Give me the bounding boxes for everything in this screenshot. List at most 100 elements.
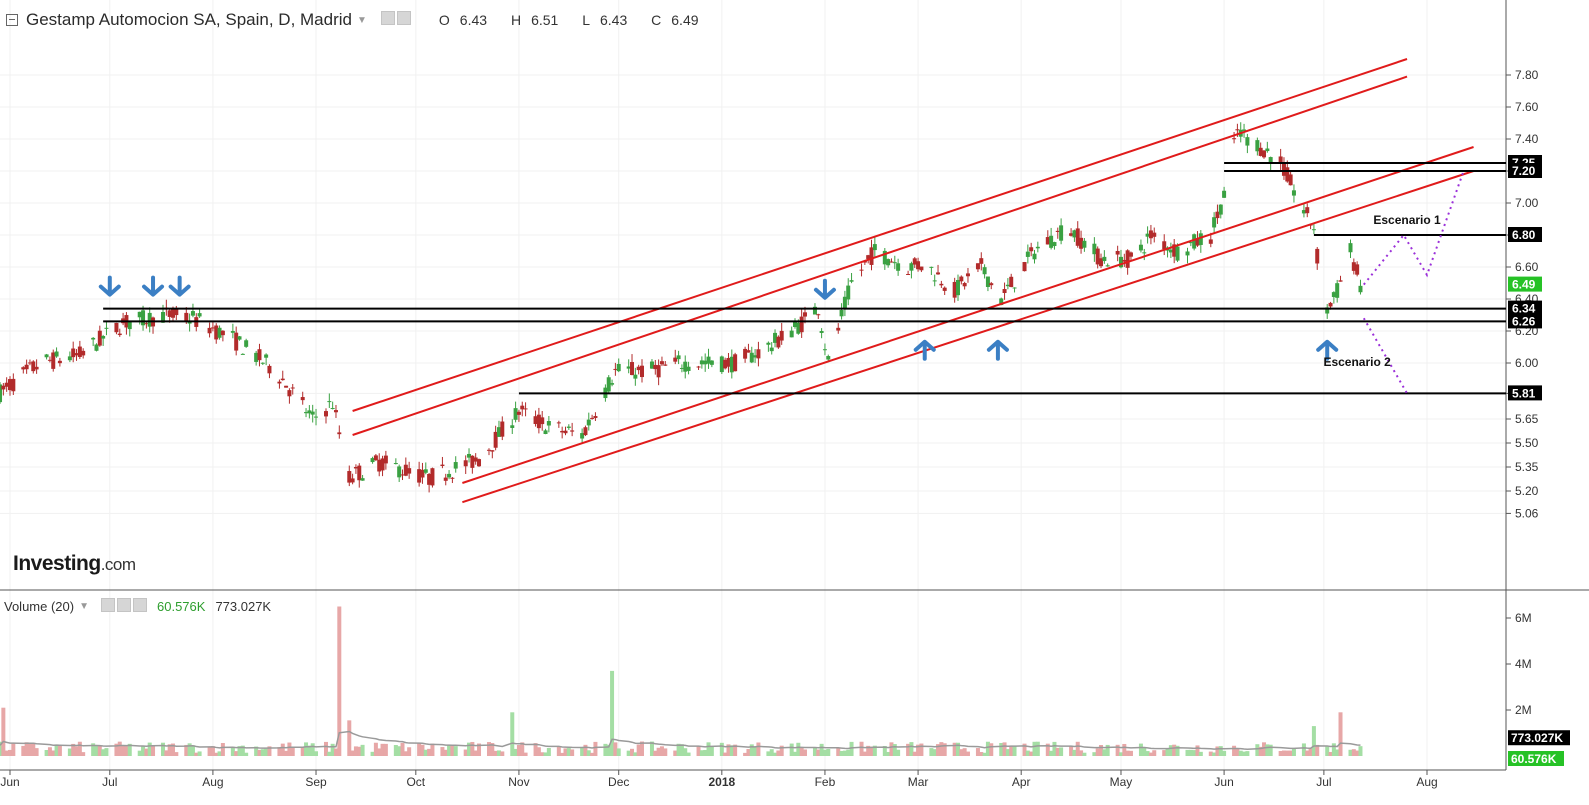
candle-body	[839, 310, 844, 317]
candle-body	[234, 332, 239, 351]
volume-bar	[174, 752, 179, 756]
candle-body	[570, 430, 575, 432]
chevron-down-icon[interactable]: ▼	[357, 15, 367, 26]
candle-body	[1198, 233, 1203, 245]
indicator-buttons	[380, 10, 413, 30]
price-tick-label: 5.06	[1515, 506, 1539, 520]
volume-bar	[756, 742, 761, 756]
candle-body	[659, 361, 664, 365]
candle-body	[477, 459, 482, 467]
volume-bar	[314, 751, 319, 756]
candle-body	[101, 335, 106, 339]
volume-bar	[197, 751, 202, 756]
candle-body	[733, 354, 738, 372]
candle-body	[906, 273, 911, 275]
candle-body	[1315, 248, 1320, 264]
volume-bar	[896, 749, 901, 756]
price-axis: 5.065.205.355.505.655.816.006.206.406.60…	[1506, 68, 1542, 520]
candle-body	[799, 316, 804, 333]
candle-body	[892, 262, 897, 264]
collapse-icon[interactable]	[6, 14, 18, 26]
candle-body	[516, 411, 521, 415]
time-tick-label: Nov	[508, 775, 529, 789]
candle-body	[373, 455, 378, 461]
volume-bar	[407, 747, 412, 756]
volume-bar	[81, 752, 86, 756]
candle-body	[1032, 253, 1037, 260]
candle-body	[423, 469, 428, 473]
candle-body	[1082, 240, 1087, 248]
candle-body	[872, 244, 877, 251]
candle-body	[490, 450, 495, 452]
candle-body	[979, 258, 984, 264]
candle-body	[590, 417, 595, 419]
chevron-down-icon[interactable]: ▼	[79, 601, 89, 612]
close-value: C 6.49	[651, 12, 699, 28]
volume-bar	[1338, 712, 1343, 756]
volume-bar	[570, 749, 575, 756]
candle-body	[1335, 283, 1340, 298]
candle-body	[34, 366, 39, 370]
candle-body	[1288, 174, 1293, 186]
candle-body	[333, 410, 338, 413]
channel-line	[352, 75, 1408, 436]
candle-body	[1338, 280, 1343, 282]
candle-body	[989, 283, 994, 286]
candle-body	[816, 314, 821, 316]
candle-body	[357, 465, 362, 481]
visibility-icon[interactable]	[101, 598, 115, 612]
candle-body	[1185, 251, 1190, 256]
candle-body	[310, 411, 315, 415]
candle-body	[1265, 148, 1270, 152]
candle-body	[24, 364, 29, 370]
candle-body	[826, 356, 831, 360]
time-tick-label: Aug	[202, 775, 223, 789]
settings-icon[interactable]	[117, 598, 131, 612]
candle-body	[859, 269, 864, 271]
candle-body	[510, 425, 515, 428]
candle-body	[959, 276, 964, 282]
candle-body	[583, 427, 588, 436]
time-axis: Jun Jul Aug Sep Oct Nov Dec 2018 Feb Mar Apr May Jun…	[0, 770, 1438, 789]
level-badge-label: 5.81	[1512, 386, 1536, 400]
chart-canvas: 5.065.205.355.505.655.816.006.206.406.60…	[0, 0, 1589, 789]
candle-body	[1025, 251, 1030, 257]
candle-body	[81, 350, 86, 356]
chart-header: Gestamp Automocion SA, Spain, D, Madrid …	[6, 10, 699, 30]
time-tick-label: Mar	[908, 775, 929, 789]
candle-body	[1152, 232, 1157, 237]
close-icon[interactable]	[133, 598, 147, 612]
chart-title: Gestamp Automocion SA, Spain, D, Madrid	[26, 10, 352, 29]
volume-bar	[1358, 746, 1363, 756]
settings-icon[interactable]	[396, 10, 411, 25]
candle-body	[1128, 252, 1133, 257]
candle-body	[1212, 217, 1217, 228]
candle-body	[287, 390, 292, 397]
volume-bar	[663, 748, 668, 756]
candle-body	[896, 263, 901, 271]
visibility-icon[interactable]	[380, 10, 395, 25]
candle-body	[593, 416, 598, 418]
volume-bar	[1291, 748, 1296, 756]
candle-body	[257, 349, 262, 361]
level-badge-label: 6.80	[1512, 228, 1536, 242]
candle-body	[244, 340, 249, 347]
candle-body	[240, 353, 245, 355]
volume-current-badge-label: 60.576K	[1511, 752, 1557, 766]
candle-body	[44, 354, 49, 358]
candle-body	[453, 462, 458, 469]
price-tick-label: 7.00	[1515, 196, 1539, 210]
volume-bar	[1268, 744, 1273, 756]
candle-body	[237, 336, 242, 340]
time-tick-label: May	[1110, 775, 1133, 789]
candle-body	[141, 310, 146, 326]
candle-body	[1348, 243, 1353, 253]
scenario-label: Escenario 1	[1373, 213, 1441, 227]
candle-body	[1138, 244, 1143, 251]
scenario-label: Escenario 2	[1323, 355, 1391, 369]
candle-body	[1232, 138, 1237, 140]
candle-body	[936, 272, 941, 275]
time-tick-label: Feb	[815, 775, 836, 789]
candle-body	[586, 419, 591, 426]
volume-bar	[104, 748, 109, 756]
